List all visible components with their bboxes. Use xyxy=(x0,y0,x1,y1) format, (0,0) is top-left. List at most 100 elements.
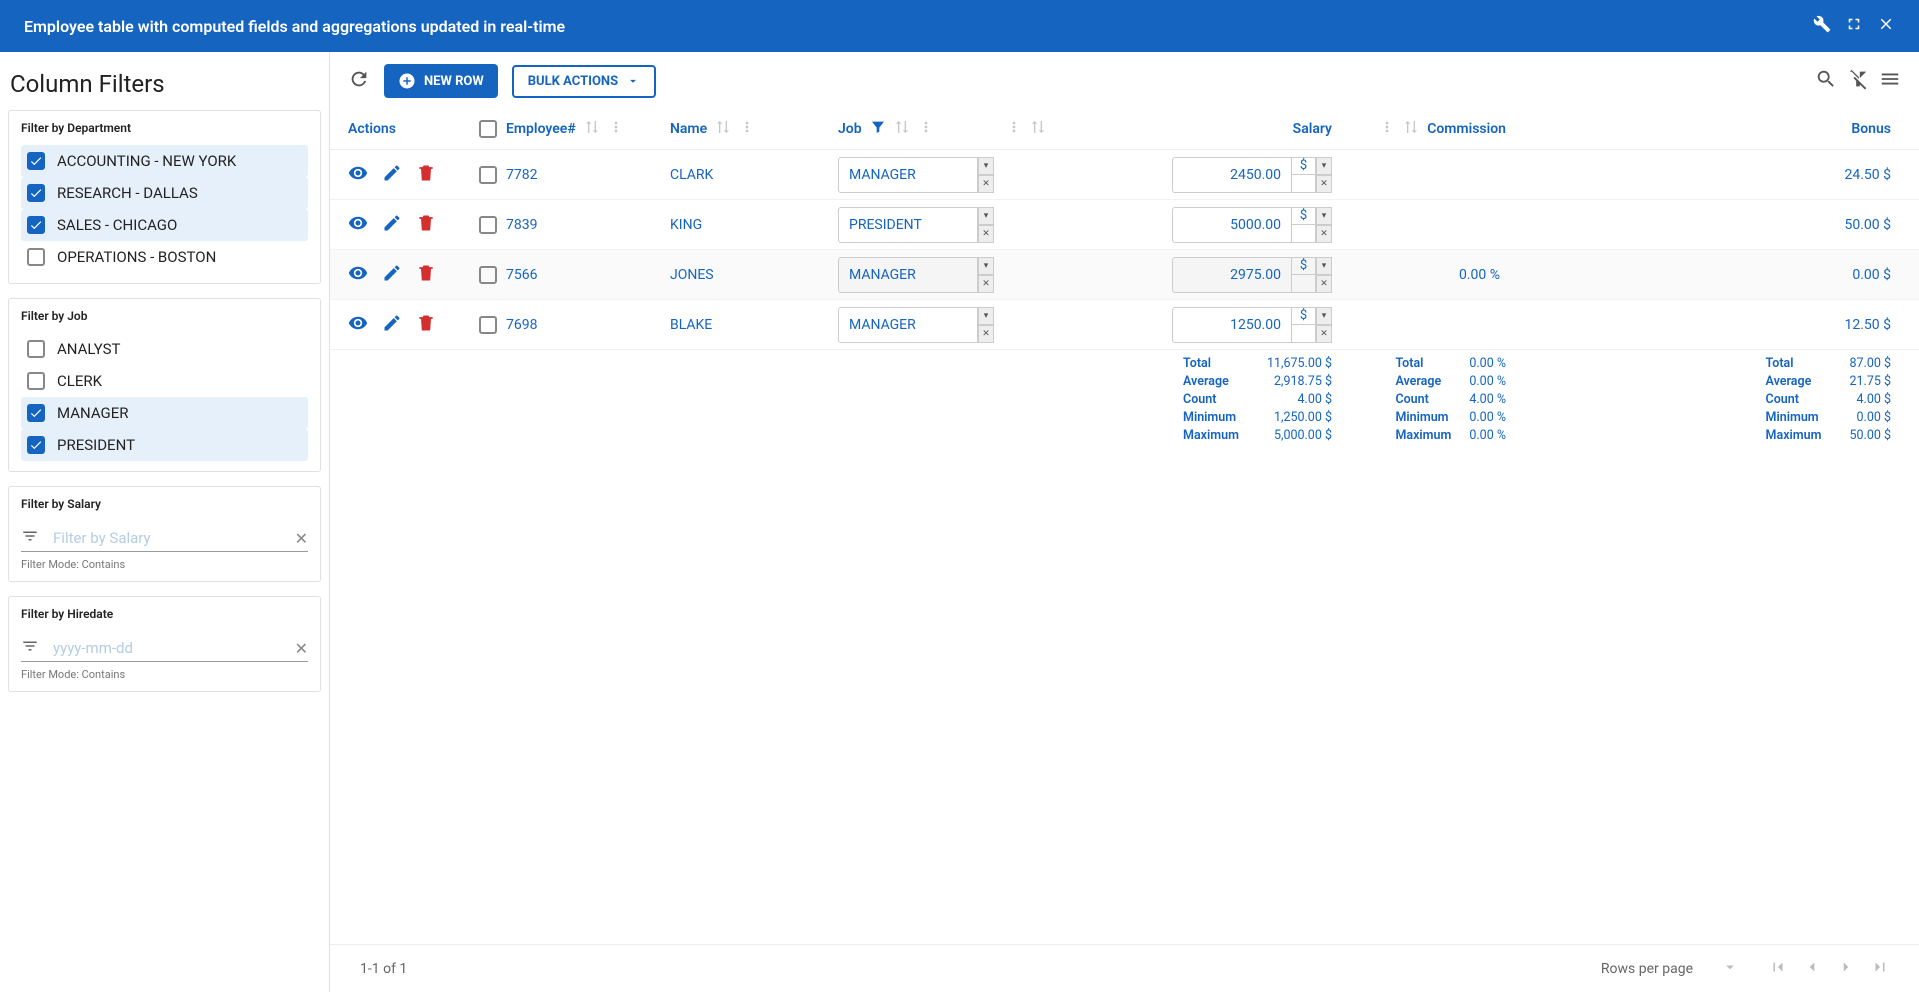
column-menu-icon[interactable] xyxy=(918,119,934,139)
hiredate-filter-input[interactable] xyxy=(53,639,281,657)
delete-icon[interactable] xyxy=(416,163,436,187)
job-input[interactable] xyxy=(838,207,978,243)
clear-icon[interactable]: ✕ xyxy=(1316,325,1332,343)
sort-icon[interactable] xyxy=(894,119,910,139)
prev-page-icon[interactable] xyxy=(1803,958,1821,980)
chevron-down-icon[interactable]: ▾ xyxy=(1316,257,1332,275)
clear-icon[interactable]: ✕ xyxy=(978,325,994,343)
list-item[interactable]: ANALYST xyxy=(21,333,308,365)
chevron-down-icon[interactable]: ▾ xyxy=(978,307,994,325)
sort-icon[interactable] xyxy=(1403,119,1419,139)
close-icon[interactable] xyxy=(1877,15,1895,37)
delete-icon[interactable] xyxy=(416,263,436,287)
list-item[interactable]: OPERATIONS - BOSTON xyxy=(21,241,308,273)
row-checkbox[interactable] xyxy=(479,316,497,334)
sort-icon[interactable] xyxy=(715,119,731,139)
th-job[interactable]: Job xyxy=(838,121,862,137)
delete-icon[interactable] xyxy=(416,313,436,337)
salary-input[interactable] xyxy=(1172,307,1292,343)
delete-icon[interactable] xyxy=(416,213,436,237)
cell-employee[interactable]: 7566 xyxy=(506,267,537,283)
row-checkbox[interactable] xyxy=(479,216,497,234)
cell-name[interactable]: CLARK xyxy=(670,167,713,183)
tools-icon[interactable] xyxy=(1813,15,1831,37)
clear-icon[interactable]: ✕ xyxy=(295,529,308,548)
chevron-down-icon[interactable]: ▾ xyxy=(1316,207,1332,225)
next-page-icon[interactable] xyxy=(1837,958,1855,980)
edit-icon[interactable] xyxy=(382,213,402,237)
chevron-down-icon[interactable]: ▾ xyxy=(1316,157,1332,175)
clear-icon[interactable]: ✕ xyxy=(978,225,994,243)
search-icon[interactable] xyxy=(1815,68,1837,94)
job-list[interactable]: ANALYSTCLERKMANAGERPRESIDENT xyxy=(21,333,308,461)
last-page-icon[interactable] xyxy=(1871,958,1889,980)
list-item[interactable]: PRESIDENT xyxy=(21,429,308,461)
list-item[interactable]: CLERK xyxy=(21,365,308,397)
cell-name[interactable]: BLAKE xyxy=(670,317,712,333)
new-row-button[interactable]: NEW ROW xyxy=(384,64,498,98)
edit-icon[interactable] xyxy=(382,263,402,287)
th-commission[interactable]: Commission xyxy=(1427,121,1506,137)
list-item[interactable]: SALES - CHICAGO xyxy=(21,209,308,241)
row-checkbox[interactable] xyxy=(479,266,497,284)
edit-icon[interactable] xyxy=(382,313,402,337)
salary-filter-input[interactable] xyxy=(53,529,281,547)
checkbox-icon[interactable] xyxy=(27,340,45,358)
view-icon[interactable] xyxy=(348,313,368,337)
clear-icon[interactable]: ✕ xyxy=(1316,225,1332,243)
bulk-actions-button[interactable]: BULK ACTIONS xyxy=(512,65,656,98)
checkbox-icon[interactable] xyxy=(27,404,45,422)
cell-employee[interactable]: 7782 xyxy=(506,167,537,183)
checkbox-icon[interactable] xyxy=(27,248,45,266)
checkbox-icon[interactable] xyxy=(27,216,45,234)
th-employee[interactable]: Employee# xyxy=(506,121,576,137)
sort-icon[interactable] xyxy=(584,119,600,139)
th-salary[interactable]: Salary xyxy=(1293,121,1332,137)
filter-off-icon[interactable] xyxy=(1847,68,1869,94)
expand-icon[interactable] xyxy=(1845,15,1863,37)
clear-icon[interactable]: ✕ xyxy=(978,175,994,193)
checkbox-icon[interactable] xyxy=(27,184,45,202)
refresh-button[interactable] xyxy=(348,68,370,94)
menu-icon[interactable] xyxy=(1879,68,1901,94)
th-bonus[interactable]: Bonus xyxy=(1851,121,1891,137)
cell-employee[interactable]: 7698 xyxy=(506,317,537,333)
column-menu-icon[interactable] xyxy=(1379,119,1395,139)
list-item[interactable]: ACCOUNTING - NEW YORK xyxy=(21,145,308,177)
row-checkbox[interactable] xyxy=(479,166,497,184)
clear-icon[interactable]: ✕ xyxy=(978,275,994,293)
th-name[interactable]: Name xyxy=(670,121,707,137)
column-menu-icon[interactable] xyxy=(608,119,624,139)
rows-per-page-select[interactable] xyxy=(1721,958,1739,980)
checkbox-icon[interactable] xyxy=(27,152,45,170)
column-menu-icon[interactable] xyxy=(1006,119,1022,139)
clear-icon[interactable]: ✕ xyxy=(1316,275,1332,293)
view-icon[interactable] xyxy=(348,263,368,287)
first-page-icon[interactable] xyxy=(1769,958,1787,980)
chevron-down-icon[interactable]: ▾ xyxy=(978,257,994,275)
department-list[interactable]: ACCOUNTING - NEW YORKRESEARCH - DALLASSA… xyxy=(21,145,308,273)
view-icon[interactable] xyxy=(348,213,368,237)
view-icon[interactable] xyxy=(348,163,368,187)
cell-employee[interactable]: 7839 xyxy=(506,217,537,233)
clear-icon[interactable]: ✕ xyxy=(1316,175,1332,193)
th-select-all[interactable] xyxy=(470,120,506,138)
checkbox-icon[interactable] xyxy=(27,436,45,454)
salary-input[interactable] xyxy=(1172,207,1292,243)
job-input[interactable] xyxy=(838,157,978,193)
salary-input[interactable] xyxy=(1172,257,1292,293)
list-item[interactable]: RESEARCH - DALLAS xyxy=(21,177,308,209)
job-input[interactable] xyxy=(838,307,978,343)
list-item[interactable]: MANAGER xyxy=(21,397,308,429)
checkbox-icon[interactable] xyxy=(27,372,45,390)
chevron-down-icon[interactable]: ▾ xyxy=(978,207,994,225)
column-menu-icon[interactable] xyxy=(739,119,755,139)
funnel-icon[interactable] xyxy=(870,119,886,139)
edit-icon[interactable] xyxy=(382,163,402,187)
job-input[interactable] xyxy=(838,257,978,293)
sort-icon[interactable] xyxy=(1030,119,1046,139)
chevron-down-icon[interactable]: ▾ xyxy=(978,157,994,175)
salary-input[interactable] xyxy=(1172,157,1292,193)
cell-name[interactable]: KING xyxy=(670,217,702,233)
clear-icon[interactable]: ✕ xyxy=(295,639,308,658)
